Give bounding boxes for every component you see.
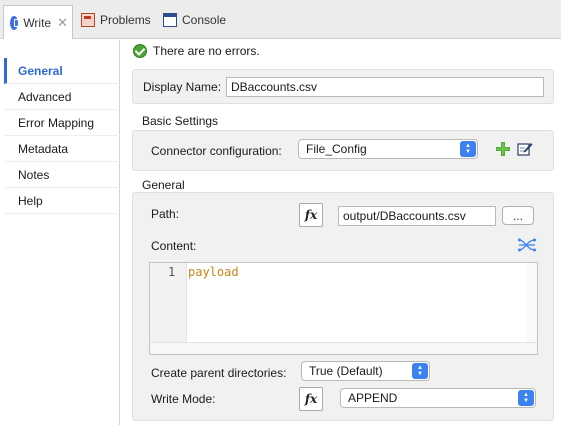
sidebar-item-label: Help: [18, 193, 43, 208]
general-panel: Path: fx output/DBaccounts.csv ... Conte…: [132, 192, 554, 421]
browse-button[interactable]: ...: [502, 206, 534, 225]
add-icon[interactable]: [496, 142, 510, 156]
data-mapping-icon[interactable]: [518, 237, 536, 253]
sidebar-item-error-mapping[interactable]: Error Mapping: [4, 110, 120, 136]
problems-icon: [81, 13, 95, 27]
tab-console-label: Console: [182, 13, 227, 27]
chevron-updown-icon: ▲ ▼: [460, 141, 476, 157]
write-mode-label: Write Mode:: [151, 392, 216, 406]
check-circle-icon: [133, 44, 147, 58]
sidebar: General Advanced Error Mapping Metadata …: [0, 40, 120, 425]
display-name-panel: Display Name: DBaccounts.csv: [132, 69, 554, 104]
write-mode-value: APPEND: [348, 391, 398, 405]
horizontal-scrollbar[interactable]: [150, 342, 537, 354]
code-line: payload: [188, 265, 239, 279]
close-icon[interactable]: ✕: [57, 15, 68, 31]
vertical-scrollbar[interactable]: [527, 263, 537, 342]
sidebar-item-label: General: [18, 63, 63, 78]
write-mode-select[interactable]: APPEND ▲ ▼: [340, 388, 536, 408]
connector-config-label: Connector configuration:: [151, 144, 282, 158]
display-name-label: Display Name:: [143, 80, 222, 94]
connector-config-select[interactable]: File_Config ▲ ▼: [298, 139, 478, 159]
fx-button-path[interactable]: fx: [299, 203, 323, 227]
sidebar-item-advanced[interactable]: Advanced: [4, 84, 120, 110]
sidebar-item-label: Error Mapping: [18, 115, 95, 130]
sidebar-item-help[interactable]: Help: [4, 188, 120, 214]
console-icon: [163, 13, 177, 27]
display-name-input[interactable]: DBaccounts.csv: [226, 77, 544, 97]
tab-write[interactable]: Write ✕: [3, 5, 73, 39]
sidebar-item-label: Notes: [18, 167, 50, 182]
status-message: There are no errors.: [153, 44, 260, 58]
properties-editor: There are no errors. Display Name: DBacc…: [121, 40, 561, 425]
tab-problems[interactable]: Problems: [81, 6, 151, 34]
content-label: Content:: [151, 239, 197, 253]
basic-settings-panel: Connector configuration: File_Config ▲ ▼: [132, 130, 554, 171]
create-parent-value: True (Default): [309, 364, 383, 378]
path-input[interactable]: output/DBaccounts.csv: [338, 206, 496, 226]
edit-icon[interactable]: [517, 141, 533, 157]
chevron-updown-icon: ▲ ▼: [412, 363, 428, 379]
create-parent-label: Create parent directories:: [151, 366, 287, 380]
line-number-gutter: 1: [150, 263, 187, 354]
view-tab-bar: Write ✕ Problems Console: [0, 0, 561, 39]
fx-button-write-mode[interactable]: fx: [299, 387, 323, 411]
content-editor[interactable]: 1 payload: [149, 262, 538, 355]
tab-problems-label: Problems: [100, 13, 151, 27]
general-section-title: General: [142, 178, 185, 192]
chevron-updown-icon: ▲ ▼: [518, 390, 534, 406]
write-icon: [10, 15, 21, 30]
sidebar-item-label: Advanced: [18, 89, 72, 104]
sidebar-item-general[interactable]: General: [4, 58, 120, 84]
line-number: 1: [168, 265, 176, 279]
create-parent-select[interactable]: True (Default) ▲ ▼: [301, 361, 430, 381]
connector-config-value: File_Config: [306, 142, 367, 156]
sidebar-item-label: Metadata: [18, 141, 69, 156]
sidebar-item-notes[interactable]: Notes: [4, 162, 120, 188]
sidebar-item-metadata[interactable]: Metadata: [4, 136, 120, 162]
tab-write-label: Write: [23, 15, 52, 30]
basic-settings-title: Basic Settings: [142, 114, 219, 128]
validation-status: There are no errors.: [133, 42, 260, 60]
tab-console[interactable]: Console: [163, 6, 226, 34]
path-label: Path:: [151, 207, 180, 221]
